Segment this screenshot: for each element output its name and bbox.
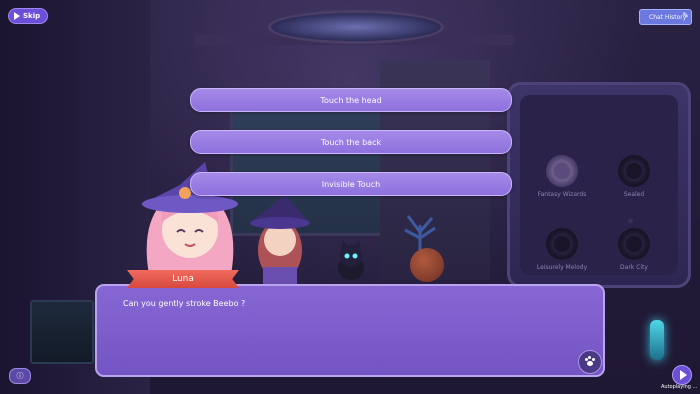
dark-city-badge-icon[interactable]	[618, 228, 650, 260]
badge-label-fantasy-wizards: Fantasy Wizards	[537, 191, 587, 198]
badge-label-sealed: Sealed	[623, 191, 645, 198]
plant-decoration	[404, 215, 436, 250]
paw-icon	[585, 356, 595, 367]
glowing-lamp	[650, 320, 664, 360]
collection-panel: Fantasy Wizards Sealed Leisurely Melody …	[507, 82, 691, 288]
choice-touch-back-button[interactable]: Touch the back	[190, 130, 512, 154]
play-forward-icon	[14, 12, 20, 20]
skip-button[interactable]: Skip	[8, 8, 48, 24]
speaker-name-banner: Luna	[127, 270, 239, 288]
chat-history-button[interactable]: Chat History ✎	[639, 9, 692, 25]
witch-companion-character	[250, 195, 310, 290]
paw-button[interactable]	[578, 350, 602, 374]
dialog-box[interactable]: Can you gently stroke Beebo ?	[95, 284, 605, 377]
dialog-text: Can you gently stroke Beebo ?	[123, 299, 246, 308]
play-icon	[679, 370, 687, 380]
storage-crate	[30, 300, 94, 364]
choice-invisible-touch-button[interactable]: Invisible Touch	[190, 172, 512, 196]
badge-label-dark-city: Dark City	[620, 264, 648, 271]
choice-touch-head-button[interactable]: Touch the head	[190, 88, 512, 112]
info-icon: ⓘ	[16, 372, 24, 380]
ceiling-window	[268, 10, 444, 44]
autoplay-label: Autoplaying ...	[661, 384, 698, 390]
info-button[interactable]: ⓘ	[9, 368, 31, 384]
chat-history-label: Chat History	[649, 13, 687, 21]
leisurely-melody-badge-icon[interactable]	[546, 228, 578, 260]
sealed-badge-icon[interactable]	[618, 155, 650, 187]
skip-label: Skip	[23, 12, 41, 20]
clay-pot	[410, 248, 444, 282]
autoplay-button[interactable]	[672, 365, 692, 385]
beebo-cat-character	[338, 240, 364, 280]
fantasy-wizards-badge-icon[interactable]	[546, 155, 578, 187]
panel-background	[520, 95, 678, 275]
pen-icon: ✎	[682, 11, 689, 20]
badge-label-leisurely-melody: Leisurely Melody	[536, 264, 588, 271]
